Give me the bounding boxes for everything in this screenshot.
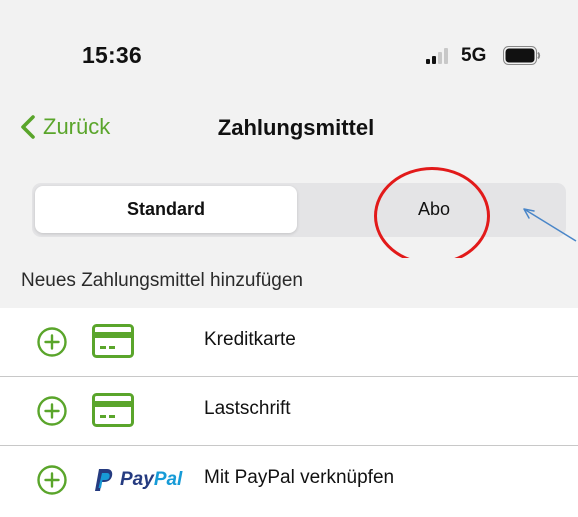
page-title: Zahlungsmittel xyxy=(217,115,375,140)
navigation-bar: Zurück Zahlungsmittel xyxy=(0,95,578,162)
add-circle-icon xyxy=(37,465,67,495)
status-bar: 15:36 5G xyxy=(0,0,578,95)
payment-method-list: Kreditkarte Lastschrift PayPal Mit PayPa… xyxy=(0,308,578,517)
add-circle-icon xyxy=(37,327,67,357)
item-label: Kreditkarte xyxy=(204,329,296,350)
annotation-arrow-icon xyxy=(523,208,577,242)
list-item-paypal[interactable]: PayPal Mit PayPal verknüpfen xyxy=(0,446,578,514)
segment-area: Standard Abo xyxy=(0,162,578,258)
segment-standard[interactable]: Standard xyxy=(35,186,297,233)
credit-card-icon xyxy=(92,324,134,358)
credit-card-icon xyxy=(92,393,134,427)
annotation-circle xyxy=(374,167,490,265)
section-header-text: Neues Zahlungsmittel hinzufügen xyxy=(21,270,304,291)
list-item-lastschrift[interactable]: Lastschrift xyxy=(0,377,578,445)
add-circle-icon xyxy=(37,396,67,426)
cellular-signal-icon xyxy=(426,48,448,64)
list-item-kreditkarte[interactable]: Kreditkarte xyxy=(0,308,578,376)
paypal-wordmark: PayPal xyxy=(120,469,183,490)
paypal-p-icon xyxy=(95,469,113,491)
network-type: 5G xyxy=(461,45,487,66)
item-label: Lastschrift xyxy=(204,398,291,419)
item-label: Mit PayPal verknüpfen xyxy=(204,467,395,488)
section-header: Neues Zahlungsmittel hinzufügen xyxy=(0,258,578,308)
status-time: 15:36 xyxy=(82,42,142,68)
paypal-logo: PayPal xyxy=(94,466,182,494)
battery-icon xyxy=(503,46,541,65)
